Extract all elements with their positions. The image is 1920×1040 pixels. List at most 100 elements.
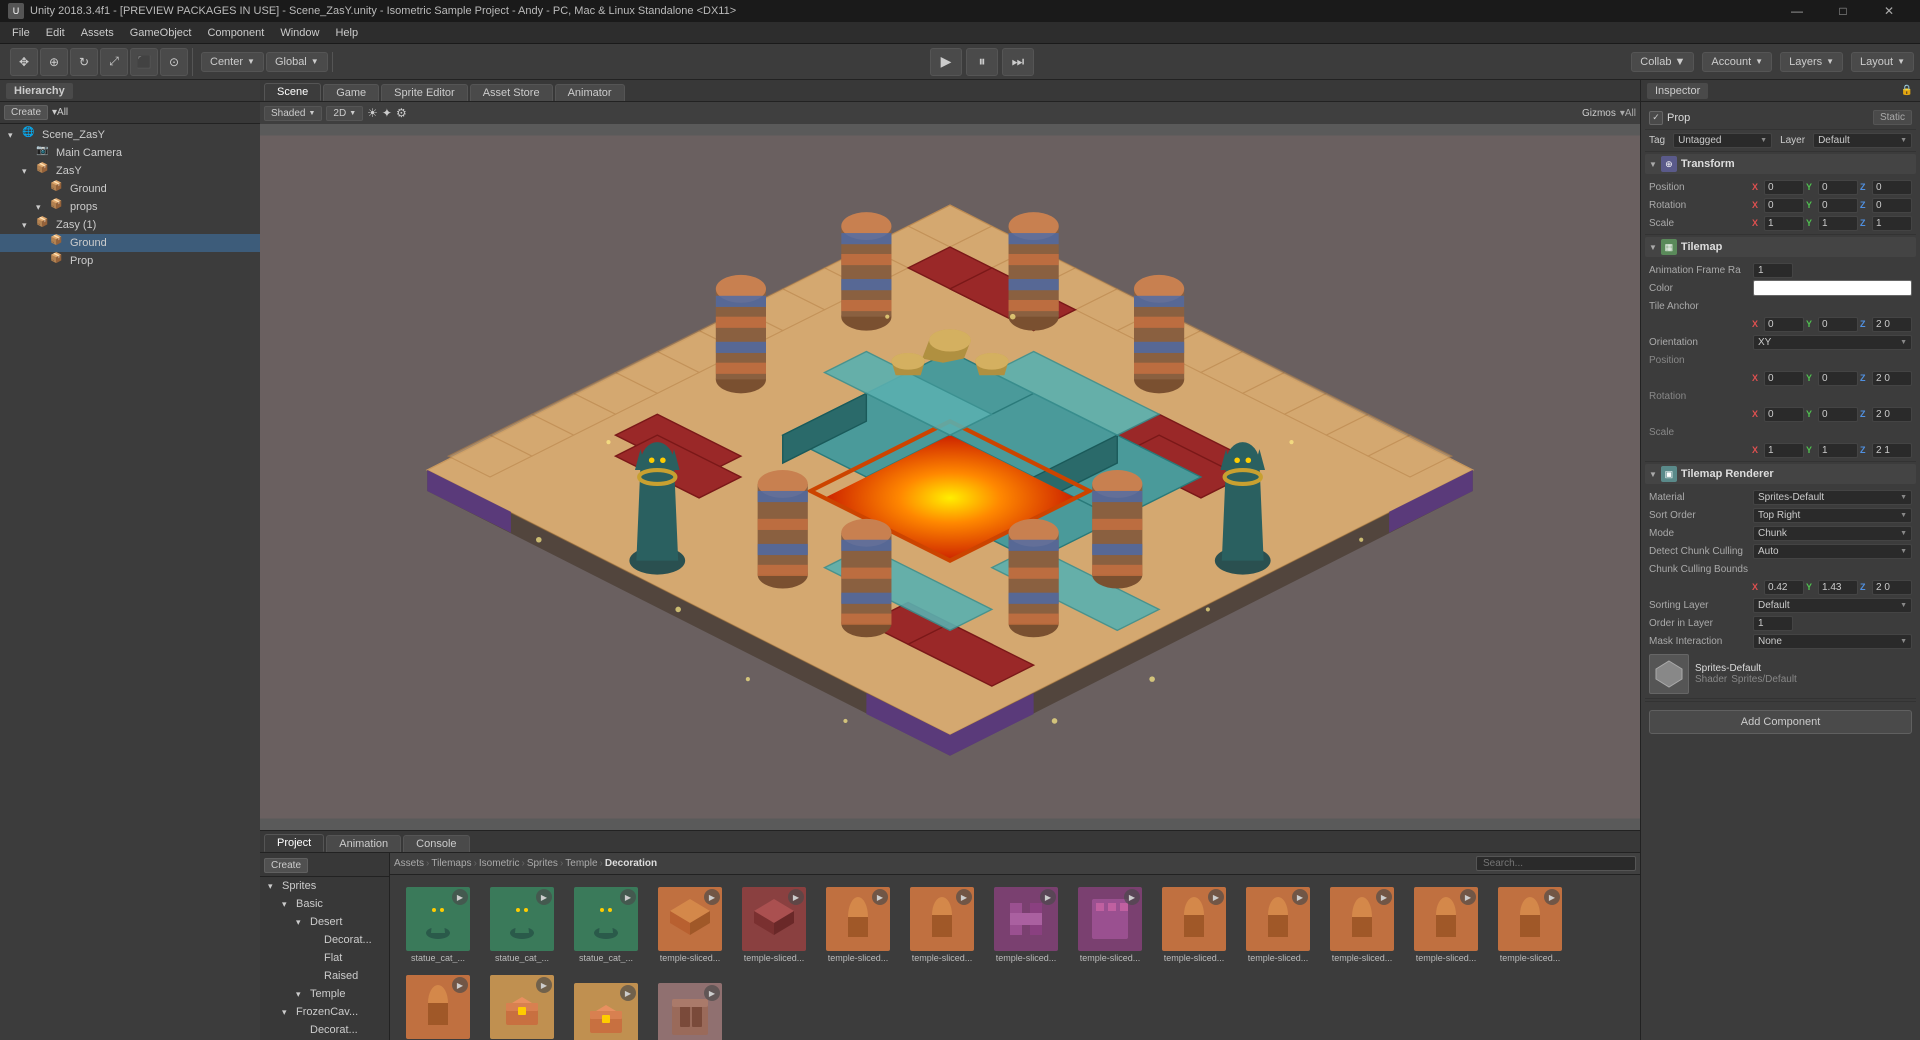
inspector-tab[interactable]: Inspector bbox=[1647, 83, 1708, 99]
position-x-input[interactable] bbox=[1764, 180, 1804, 195]
cull-x[interactable] bbox=[1764, 580, 1804, 595]
tab-sprite-editor[interactable]: Sprite Editor bbox=[381, 84, 468, 101]
project-tree-frozen-decorat[interactable]: Decorat... bbox=[260, 1021, 389, 1039]
rotation-x-input[interactable] bbox=[1764, 198, 1804, 213]
asset-temple-8[interactable]: ▶ temple-sliced... bbox=[1238, 883, 1318, 967]
breadcrumb-assets[interactable]: Assets bbox=[394, 858, 424, 869]
detect-chunk-dropdown[interactable]: Auto bbox=[1753, 544, 1912, 559]
scene-view[interactable]: Shaded 2D ☀ ✦ ⚙ Gizmos ▾All bbox=[260, 102, 1640, 830]
inspector-active-checkbox[interactable]: ✓ bbox=[1649, 111, 1663, 125]
shaded-dropdown[interactable]: Shaded bbox=[264, 106, 322, 121]
hierarchy-item-camera[interactable]: 📷 Main Camera bbox=[0, 144, 260, 162]
trot-y[interactable] bbox=[1818, 407, 1858, 422]
asset-wall-door[interactable]: ▶ wall_door_NW... bbox=[650, 979, 730, 1040]
maximize-button[interactable]: □ bbox=[1820, 0, 1866, 22]
layer-dropdown[interactable]: Default bbox=[1813, 133, 1912, 148]
asset-play-btn[interactable]: ▶ bbox=[1292, 889, 1308, 905]
mode-2d-dropdown[interactable]: 2D bbox=[326, 106, 363, 121]
menu-gameobject[interactable]: GameObject bbox=[122, 22, 200, 43]
tab-animator[interactable]: Animator bbox=[555, 84, 625, 101]
gizmos-all[interactable]: ▾All bbox=[1620, 108, 1636, 119]
hierarchy-item-zasy1[interactable]: ▾ 📦 Zasy (1) bbox=[0, 216, 260, 234]
scale-z-input[interactable] bbox=[1872, 216, 1912, 231]
anchor-z-input[interactable] bbox=[1872, 317, 1912, 332]
mask-dropdown[interactable]: None bbox=[1753, 634, 1912, 649]
asset-play-btn[interactable]: ▶ bbox=[452, 977, 468, 993]
toolbar-transform-tool[interactable]: ⊙ bbox=[160, 48, 188, 76]
project-tree-temple-basic[interactable]: ▾Temple bbox=[260, 985, 389, 1003]
fx-toggle[interactable]: ✦ bbox=[382, 106, 392, 120]
project-tree-decorat[interactable]: Decorat... bbox=[260, 931, 389, 949]
tab-game[interactable]: Game bbox=[323, 84, 379, 101]
breadcrumb-decoration[interactable]: Decoration bbox=[605, 858, 657, 869]
asset-play-btn[interactable]: ▶ bbox=[1124, 889, 1140, 905]
trot-x[interactable] bbox=[1764, 407, 1804, 422]
asset-play-btn[interactable]: ▶ bbox=[536, 977, 552, 993]
pivot-dropdown[interactable]: Center bbox=[201, 52, 264, 72]
collab-button[interactable]: Collab ▼ bbox=[1631, 52, 1694, 72]
asset-temple-2[interactable]: ▶ temple-sliced... bbox=[734, 883, 814, 967]
section-tilemap-renderer[interactable]: ▼ ▣ Tilemap Renderer bbox=[1645, 464, 1916, 484]
hierarchy-item-props[interactable]: ▾ 📦 props bbox=[0, 198, 260, 216]
asset-treasure-1[interactable]: ▶ treasure_sar... bbox=[482, 971, 562, 1040]
lighting-toggle[interactable]: ☀ bbox=[367, 106, 378, 120]
toolbar-scale-tool[interactable]: ⤢ bbox=[100, 48, 128, 76]
sprite-preview[interactable] bbox=[1649, 654, 1689, 694]
asset-play-btn[interactable]: ▶ bbox=[1460, 889, 1476, 905]
tscale-x[interactable] bbox=[1764, 443, 1804, 458]
asset-play-btn[interactable]: ▶ bbox=[872, 889, 888, 905]
asset-play-btn[interactable]: ▶ bbox=[704, 889, 720, 905]
cull-z[interactable] bbox=[1872, 580, 1912, 595]
asset-play-btn[interactable]: ▶ bbox=[452, 889, 468, 905]
asset-play-btn[interactable]: ▶ bbox=[1040, 889, 1056, 905]
toolbar-move-tool[interactable]: ⊕ bbox=[40, 48, 68, 76]
close-button[interactable]: ✕ bbox=[1866, 0, 1912, 22]
menu-assets[interactable]: Assets bbox=[73, 22, 122, 43]
rotation-z-input[interactable] bbox=[1872, 198, 1912, 213]
gizmos-label[interactable]: Gizmos bbox=[1582, 108, 1616, 119]
space-dropdown[interactable]: Global bbox=[266, 52, 328, 72]
asset-temple-6[interactable]: ▶ temple-sliced... bbox=[1070, 883, 1150, 967]
asset-play-btn[interactable]: ▶ bbox=[788, 889, 804, 905]
project-tree-desert[interactable]: ▾Desert bbox=[260, 913, 389, 931]
sorting-layer-dropdown[interactable]: Default bbox=[1753, 598, 1912, 613]
inspector-lock-icon[interactable]: 🔒 bbox=[1900, 84, 1914, 98]
orientation-dropdown[interactable]: XY bbox=[1753, 335, 1912, 350]
tab-asset-store[interactable]: Asset Store bbox=[470, 84, 553, 101]
mode-dropdown[interactable]: Chunk bbox=[1753, 526, 1912, 541]
menu-window[interactable]: Window bbox=[272, 22, 327, 43]
asset-temple-11[interactable]: ▶ temple-sliced... bbox=[1490, 883, 1570, 967]
hierarchy-item-ground[interactable]: 📦 Ground bbox=[0, 180, 260, 198]
hierarchy-item-prop[interactable]: 📦 Prop bbox=[0, 252, 260, 270]
tag-dropdown[interactable]: Untagged bbox=[1673, 133, 1772, 148]
asset-treasure-2[interactable]: ▶ treasure_sar... bbox=[566, 979, 646, 1040]
project-tree-flat[interactable]: Flat bbox=[260, 949, 389, 967]
add-component-button[interactable]: Add Component bbox=[1649, 710, 1912, 734]
account-dropdown[interactable]: Account bbox=[1702, 52, 1772, 72]
menu-component[interactable]: Component bbox=[199, 22, 272, 43]
asset-play-btn[interactable]: ▶ bbox=[1376, 889, 1392, 905]
tpos-x[interactable] bbox=[1764, 371, 1804, 386]
tab-console[interactable]: Console bbox=[403, 835, 469, 852]
project-tree-basic[interactable]: ▾Basic bbox=[260, 895, 389, 913]
tpos-y[interactable] bbox=[1818, 371, 1858, 386]
pause-button[interactable]: ⏸ bbox=[966, 48, 998, 76]
tscale-y[interactable] bbox=[1818, 443, 1858, 458]
toolbar-hand-tool[interactable]: ✥ bbox=[10, 48, 38, 76]
project-tree-raised[interactable]: Raised bbox=[260, 967, 389, 985]
tab-project[interactable]: Project bbox=[264, 834, 324, 852]
tscale-z[interactable] bbox=[1872, 443, 1912, 458]
asset-temple-5[interactable]: ▶ temple-sliced... bbox=[986, 883, 1066, 967]
toolbar-rotate-tool[interactable]: ↻ bbox=[70, 48, 98, 76]
breadcrumb-temple[interactable]: Temple bbox=[565, 858, 597, 869]
anim-frame-input[interactable] bbox=[1753, 263, 1793, 278]
menu-edit[interactable]: Edit bbox=[38, 22, 73, 43]
section-transform[interactable]: ▼ ⊕ Transform bbox=[1645, 154, 1916, 174]
menu-file[interactable]: File bbox=[4, 22, 38, 43]
rotation-y-input[interactable] bbox=[1818, 198, 1858, 213]
asset-play-btn[interactable]: ▶ bbox=[956, 889, 972, 905]
menu-help[interactable]: Help bbox=[327, 22, 366, 43]
hierarchy-create-btn[interactable]: Create bbox=[4, 105, 48, 120]
position-y-input[interactable] bbox=[1818, 180, 1858, 195]
breadcrumb-tilemaps[interactable]: Tilemaps bbox=[431, 858, 471, 869]
